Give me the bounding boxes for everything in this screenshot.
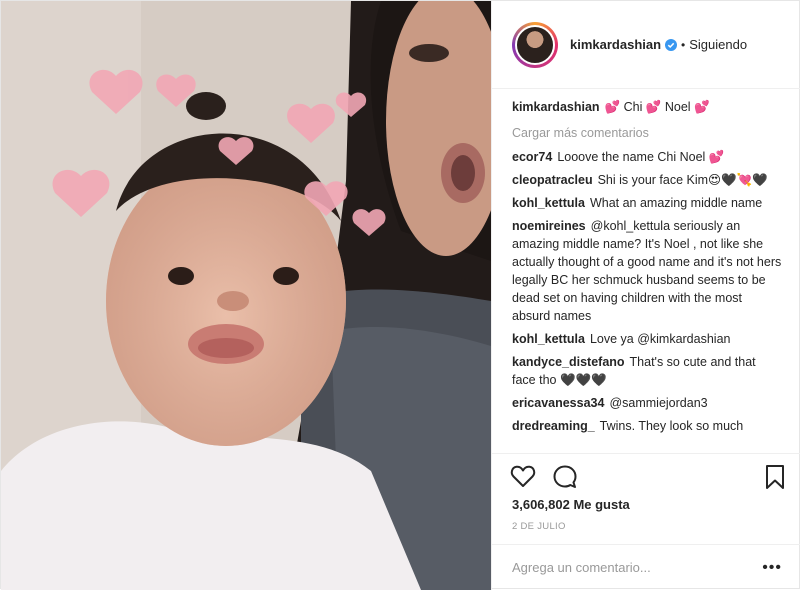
comment-input[interactable] [512,560,742,575]
verified-badge-icon [665,38,678,51]
post-caption: kimkardashian 💕 Chi 💕 Noel 💕 [512,98,782,116]
post-date[interactable]: 2 DE JULIO [512,521,566,532]
comment-item: kohl_kettula What an amazing middle name [512,194,782,212]
story-ring[interactable] [512,21,558,68]
action-bar [492,453,800,497]
add-comment-bar: ••• [492,544,800,590]
comment-item: kohl_kettula Love ya @kimkardashian [512,330,782,348]
comment-item: kandyce_distefano That's so cute and that… [512,353,782,389]
comment-item: cleopatracleu Shi is your face Kim😍🖤💘🖤 [512,171,782,189]
caption-username[interactable]: kimkardashian [512,100,600,114]
caption-text: 💕 Chi 💕 Noel 💕 [604,100,710,114]
author-username[interactable]: kimkardashian [570,37,661,52]
more-options-icon[interactable]: ••• [762,559,782,577]
following-button[interactable]: Siguiendo [689,37,747,52]
comment-text: Looove the name Chi Noel 💕 [557,150,725,164]
avatar[interactable] [515,24,555,65]
comment-text: What an amazing middle name [589,196,763,210]
comment-text: Twins. They look so much [599,419,744,433]
comment-text: Love ya @kimkardashian [589,332,731,346]
comment-item: dredreaming_ Twins. They look so much [512,417,782,435]
separator-dot: • [681,37,686,52]
post-photo[interactable] [1,1,491,590]
heart-outline-icon[interactable] [510,464,536,488]
like-count[interactable]: 3,606,802 Me gusta [512,497,630,512]
comment-username[interactable]: kohl_kettula [512,196,585,210]
comment-username[interactable]: noemireines [512,219,586,233]
comment-username[interactable]: ecor74 [512,150,552,164]
post-side-panel: kimkardashian • Siguiendo kimkardashian 💕… [491,1,800,590]
bookmark-icon[interactable] [764,464,786,490]
comment-item: ericavanessa34 @sammiejordan3 [512,394,782,412]
comment-text: @sammiejordan3 [609,396,708,410]
comment-username[interactable]: kandyce_distefano [512,355,625,369]
comment-item: noemireines @kohl_kettula seriously an am… [512,217,782,325]
post-header: kimkardashian • Siguiendo [492,1,800,89]
photo-illustration [1,1,491,590]
instagram-post: kimkardashian • Siguiendo kimkardashian 💕… [0,0,800,590]
comments-list[interactable]: kimkardashian 💕 Chi 💕 Noel 💕 Cargar más c… [492,90,800,453]
speech-bubble-icon[interactable] [552,464,578,490]
comment-username[interactable]: cleopatracleu [512,173,593,187]
comment-item: ecor74 Looove the name Chi Noel 💕 [512,148,782,166]
comment-username[interactable]: kohl_kettula [512,332,585,346]
load-more-comments-button[interactable]: Cargar más comentarios [512,126,782,140]
comment-username[interactable]: ericavanessa34 [512,396,604,410]
comment-text: @kohl_kettula seriously an amazing middl… [512,219,782,323]
comment-text: Shi is your face Kim😍🖤💘🖤 [597,173,768,187]
comment-username[interactable]: dredreaming_ [512,419,595,433]
